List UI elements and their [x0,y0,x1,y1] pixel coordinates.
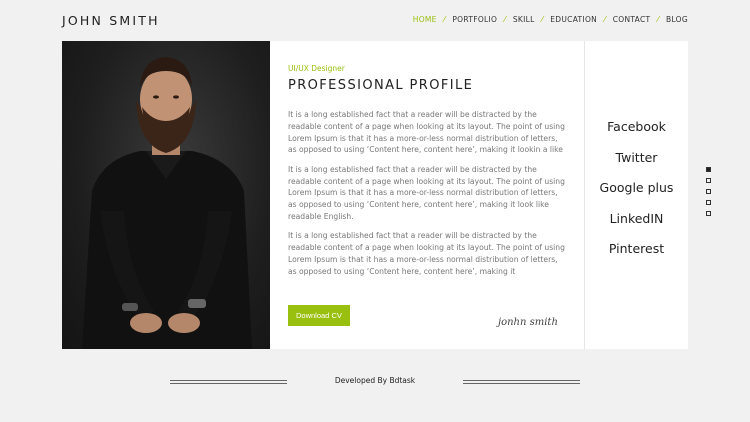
nav-home[interactable]: HOME [413,15,437,24]
social-pinterest-link[interactable]: Pinterest [585,239,688,270]
nav-portfolio[interactable]: PORTFOLIO [452,15,497,24]
social-linkedin-link[interactable]: LinkedIN [585,209,688,240]
nav-blog[interactable]: BLOG [666,15,688,24]
download-cv-button[interactable]: Download CV [288,305,350,326]
profile-paragraph: It is a long established fact that a rea… [288,164,565,221]
portrait-illustration [82,57,252,349]
pager-dot[interactable] [706,167,711,172]
nav-contact[interactable]: CONTACT [613,15,651,24]
nav-separator: ⁄ [604,15,606,24]
nav-separator: ⁄ [541,15,544,24]
nav-skill[interactable]: SKILL [513,15,535,24]
profile-paragraph: It is a long established fact that a rea… [288,231,565,276]
profile-title: PROFESSIONAL PROFILE [288,78,474,93]
footer-line-right [463,380,580,384]
main-nav: HOME ⁄ PORTFOLIO ⁄ SKILL ⁄ EDUCATION ⁄ C… [413,15,688,24]
social-links: Facebook Twitter Google plus LinkedIN Pi… [585,117,688,270]
social-facebook-link[interactable]: Facebook [585,117,688,148]
profile-paragraph: It is a long established fact that a rea… [288,110,565,155]
nav-education[interactable]: EDUCATION [550,15,597,24]
site-logo[interactable]: JOHN SMITH [62,13,160,28]
profile-role: UI/UX Designer [288,64,345,73]
nav-separator: ⁄ [443,15,446,24]
profile-card: UI/UX Designer PROFESSIONAL PROFILE It i… [62,41,688,349]
section-pager [706,167,711,222]
pager-dot[interactable] [706,189,711,194]
profile-photo [62,41,270,349]
nav-separator: ⁄ [657,15,660,24]
signature: jonhn smith [498,317,558,328]
social-twitter-link[interactable]: Twitter [585,148,688,179]
pager-dot[interactable] [706,211,711,216]
pager-dot[interactable] [706,178,711,183]
footer-credit: Developed By Bdtask [334,376,416,385]
footer: Developed By Bdtask [0,376,750,388]
profile-content: UI/UX Designer PROFESSIONAL PROFILE It i… [288,64,566,285]
nav-separator: ⁄ [504,15,506,24]
pager-dot[interactable] [706,200,711,205]
social-google-plus-link[interactable]: Google plus [585,178,688,209]
